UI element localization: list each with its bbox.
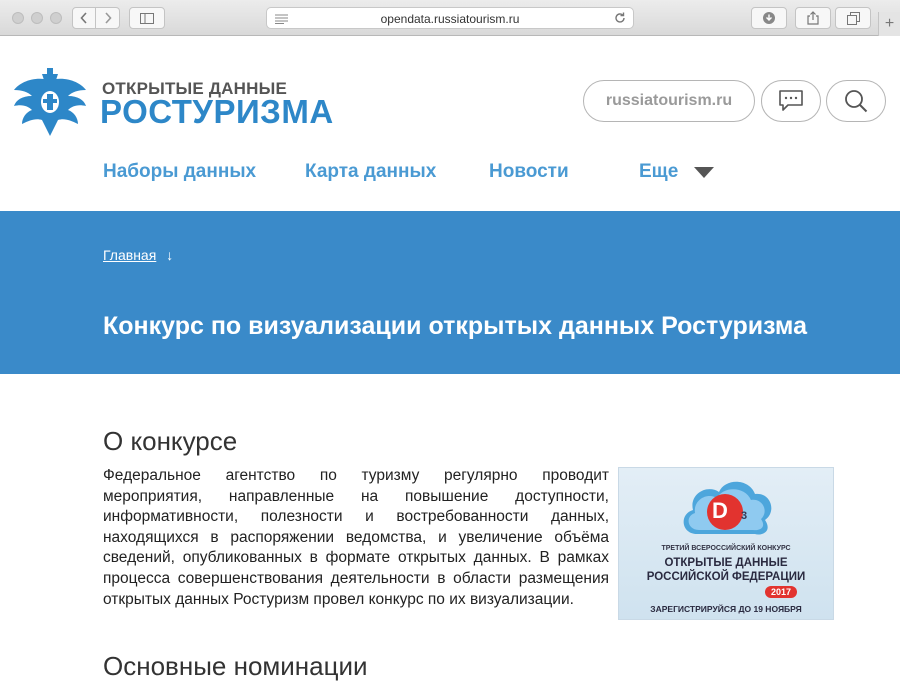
sidebar-icon — [140, 12, 154, 24]
search-button[interactable] — [826, 80, 886, 122]
downloads-button[interactable] — [751, 7, 787, 29]
eagle-emblem-icon[interactable] — [12, 66, 88, 140]
promo-line1: ТРЕТИЙ ВСЕРОССИЙСКИЙ КОНКУРС — [661, 545, 791, 552]
reload-icon[interactable] — [613, 11, 627, 25]
promo-year-badge: 2017 — [765, 586, 798, 598]
brand-title[interactable]: РОСТУРИЗМА — [100, 93, 334, 131]
minimize-window-button[interactable] — [31, 12, 43, 24]
address-bar[interactable]: opendata.russiatourism.ru — [266, 7, 634, 29]
about-text: Федеральное агентство по туризму регуляр… — [103, 467, 609, 608]
breadcrumb-home-link[interactable]: Главная — [103, 247, 156, 263]
nav-more-label: Еще — [639, 161, 679, 182]
sidebar-button[interactable] — [129, 7, 165, 29]
nav-news[interactable]: Новости — [489, 161, 569, 183]
nominations-heading: Основные номинации — [103, 651, 368, 681]
share-button[interactable] — [795, 7, 831, 29]
download-icon — [763, 12, 775, 24]
back-button[interactable] — [72, 7, 96, 29]
zoom-window-button[interactable] — [50, 12, 62, 24]
page-hero: Главная ↓ Конкурс по визуализации открыт… — [0, 211, 900, 374]
promo-logo-letter: D — [712, 498, 728, 523]
caret-down-icon — [694, 166, 715, 178]
nav-datasets[interactable]: Наборы данных — [103, 161, 256, 183]
search-icon — [845, 90, 868, 113]
promo-line2-wrap: ОТКРЫТЫЕ ДАННЫЕ РОССИЙСКОЙ ФЕДЕРАЦИИ — [619, 556, 833, 584]
tabs-overview-button[interactable] — [835, 7, 871, 29]
close-window-button[interactable] — [12, 12, 24, 24]
chat-icon — [779, 90, 803, 111]
chevron-left-icon — [80, 12, 87, 24]
forward-button[interactable] — [96, 7, 120, 29]
promo-register: ЗАРЕГИСТРИРУЙСЯ ДО 19 НОЯБРЯ — [650, 604, 802, 614]
chevron-right-icon — [104, 12, 112, 24]
url-text: opendata.russiatourism.ru — [380, 12, 520, 26]
page-title: Конкурс по визуализации открытых данных … — [103, 312, 807, 340]
promo-line3: РОССИЙСКОЙ ФЕДЕРАЦИИ — [646, 571, 806, 583]
nav-more[interactable]: Еще — [639, 161, 715, 183]
browser-toolbar: opendata.russiatourism.ru + — [0, 0, 900, 36]
breadcrumb: Главная ↓ — [103, 247, 173, 263]
russiatourism-link[interactable]: russiatourism.ru — [583, 80, 755, 122]
promo-line2: ОТКРЫТЫЕ ДАННЫЕ — [664, 557, 788, 569]
about-heading: О конкурсе — [103, 426, 238, 456]
share-icon — [807, 11, 819, 25]
promo-logo-sub: 3 — [741, 510, 748, 522]
tabs-icon — [846, 11, 860, 25]
nav-data-map[interactable]: Карта данных — [305, 161, 436, 183]
feedback-button[interactable] — [761, 80, 821, 122]
arrow-down-icon: ↓ — [166, 247, 174, 263]
new-tab-button[interactable]: + — [878, 12, 900, 36]
contest-banner[interactable]: D 3 ТРЕТИЙ ВСЕРОССИЙСКИЙ КОНКУРС ОТКРЫТЫ… — [618, 467, 834, 620]
